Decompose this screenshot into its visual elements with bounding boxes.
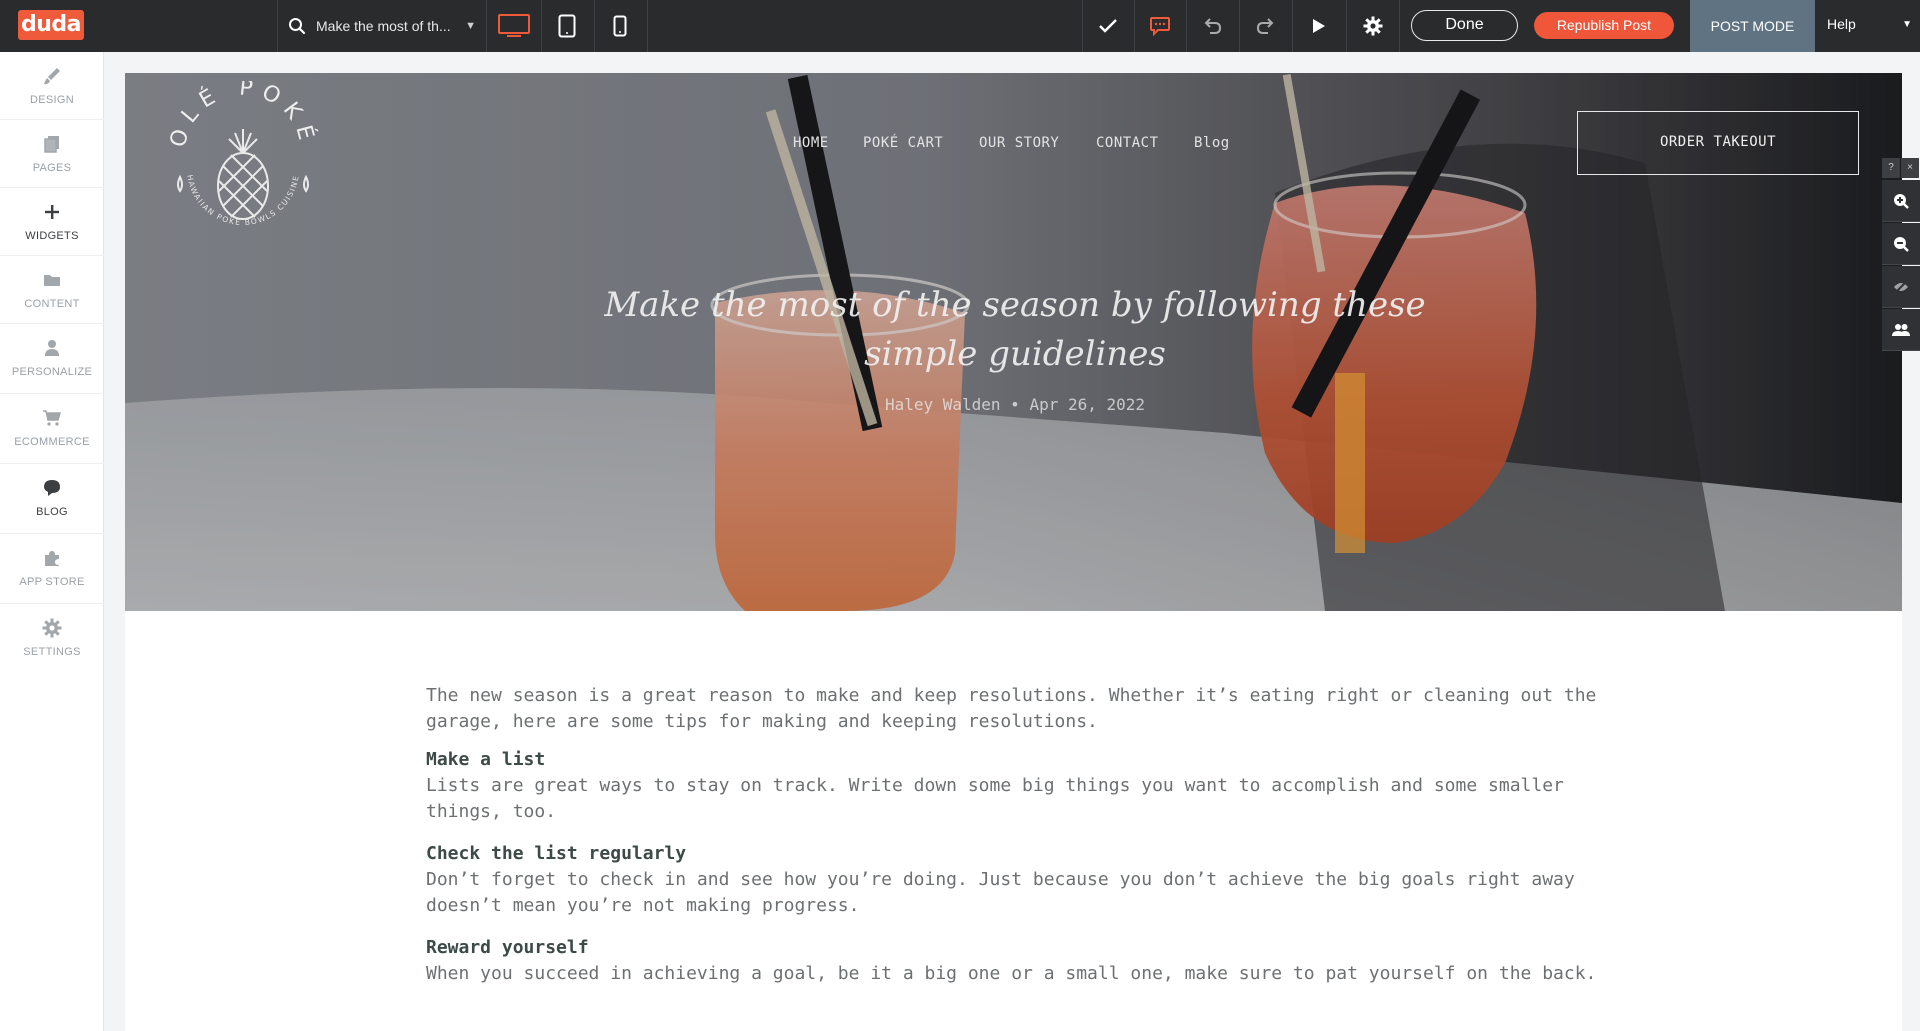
page-selector[interactable]: Make the most of th... ▼: [278, 0, 486, 52]
chevron-down-icon: ▼: [1902, 19, 1912, 30]
sidebar-item-label: ECOMMERCE: [14, 436, 90, 448]
help-mini-button[interactable]: ?: [1882, 158, 1900, 178]
visibility-button[interactable]: [1882, 266, 1920, 308]
hero-section[interactable]: OLÉ POKÉ HAWAIIAN POKE BOWLS CUISINE HOM…: [125, 73, 1902, 611]
sidebar-item-label: SETTINGS: [23, 646, 81, 658]
tablet-icon: [558, 14, 576, 38]
undo-icon: [1204, 18, 1222, 34]
sidebar-item-app-store[interactable]: APP STORE: [0, 534, 104, 604]
order-takeout-button[interactable]: ORDER TAKEOUT: [1577, 111, 1859, 175]
sidebar-item-label: BLOG: [36, 506, 68, 518]
nav-home[interactable]: HOME: [793, 135, 829, 151]
sidebar-item-ecommerce[interactable]: ECOMMERCE: [0, 394, 104, 464]
post-body[interactable]: The new season is a great reason to make…: [426, 683, 1626, 1003]
section-heading: Check the list regularly: [426, 843, 687, 864]
site-logo[interactable]: OLÉ POKÉ HAWAIIAN POKE BOWLS CUISINE: [163, 81, 323, 241]
sidebar-item-label: WIDGETS: [25, 230, 79, 242]
nav-contact[interactable]: CONTACT: [1096, 135, 1159, 151]
divider: [486, 0, 487, 52]
sidebar-item-personalize[interactable]: PERSONALIZE: [0, 324, 104, 394]
collaborators-button[interactable]: [1882, 309, 1920, 351]
undo-button[interactable]: [1186, 0, 1238, 52]
comment-icon: [1150, 17, 1170, 36]
brush-icon: [44, 68, 60, 85]
gear-icon: [42, 618, 62, 638]
chevron-down-icon: ▼: [465, 20, 476, 32]
section-heading: Reward yourself: [426, 937, 589, 958]
sidebar-item-label: APP STORE: [19, 576, 85, 588]
redo-button[interactable]: [1240, 0, 1292, 52]
redo-icon: [1256, 18, 1274, 34]
zoom-out-icon: [1894, 236, 1909, 252]
close-mini-button[interactable]: ×: [1901, 158, 1919, 178]
check-button[interactable]: [1082, 0, 1134, 52]
desktop-icon: [498, 14, 530, 37]
section-body: Don’t forget to check in and see how you…: [426, 869, 1575, 916]
preview-button[interactable]: [1293, 0, 1345, 52]
section-heading: Make a list: [426, 749, 546, 770]
divider: [1399, 0, 1400, 52]
divider: [647, 0, 648, 52]
folder-icon: [44, 275, 60, 286]
post-meta: Haley Walden • Apr 26, 2022: [884, 395, 1146, 414]
sidebar-item-label: CONTENT: [24, 298, 80, 310]
sidebar-item-blog[interactable]: BLOG: [0, 464, 104, 534]
sidebar-item-label: DESIGN: [30, 94, 74, 106]
help-menu[interactable]: Help ▼: [1827, 0, 1920, 52]
zoom-in-button[interactable]: [1882, 180, 1920, 222]
done-button[interactable]: Done: [1411, 10, 1518, 41]
desktop-view-button[interactable]: [488, 0, 540, 52]
check-icon: [1099, 19, 1117, 33]
comments-button[interactable]: [1134, 0, 1186, 52]
section-body: Lists are great ways to stay on track. W…: [426, 775, 1564, 822]
search-icon: [289, 18, 306, 35]
zoom-out-button[interactable]: [1882, 223, 1920, 265]
sidebar-item-pages[interactable]: PAGES: [0, 120, 104, 188]
section-body: When you succeed in achieving a goal, be…: [426, 963, 1597, 984]
sidebar-item-label: PERSONALIZE: [11, 366, 93, 378]
pages-icon: [44, 136, 59, 153]
mobile-view-button[interactable]: [594, 0, 646, 52]
gear-icon: [1363, 16, 1383, 36]
plus-icon: [45, 205, 59, 219]
duda-logo[interactable]: duda: [18, 10, 84, 40]
eye-slash-icon: [1894, 279, 1908, 294]
tablet-view-button[interactable]: [541, 0, 593, 52]
sidebar-item-content[interactable]: CONTENT: [0, 256, 104, 324]
page-selector-label: Make the most of th...: [316, 18, 451, 34]
cart-icon: [43, 410, 61, 426]
help-label: Help: [1827, 16, 1856, 32]
puzzle-icon: [45, 551, 59, 566]
post-mode-toggle[interactable]: POST MODE: [1690, 0, 1815, 52]
nav-blog[interactable]: Blog: [1194, 135, 1230, 151]
mobile-icon: [613, 15, 627, 37]
sidebar-item-design[interactable]: DESIGN: [0, 52, 104, 120]
top-toolbar: duda Make the most of th... ▼ Done Repub…: [0, 0, 1920, 52]
nav-poke-cart[interactable]: POKÉ CART: [863, 135, 943, 151]
person-icon: [45, 340, 59, 356]
nav-our-story[interactable]: OUR STORY: [979, 135, 1059, 151]
zoom-in-icon: [1894, 193, 1909, 209]
post-title[interactable]: Make the most of the season by following…: [585, 281, 1445, 379]
republish-post-button[interactable]: Republish Post: [1534, 12, 1674, 39]
sidebar-item-widgets[interactable]: WIDGETS: [0, 188, 104, 256]
left-sidebar: DESIGN PAGES WIDGETS CONTENT PERSONALIZE…: [0, 52, 104, 1031]
users-icon: [1892, 323, 1910, 336]
chat-bubble-icon: [44, 480, 60, 496]
pineapple-icon: [177, 129, 309, 220]
sidebar-item-label: PAGES: [32, 162, 72, 174]
sidebar-item-settings[interactable]: SETTINGS: [0, 604, 104, 674]
site-preview: OLÉ POKÉ HAWAIIAN POKE BOWLS CUISINE HOM…: [125, 73, 1902, 1031]
post-intro: The new season is a great reason to make…: [426, 685, 1597, 732]
editor-canvas: OLÉ POKÉ HAWAIIAN POKE BOWLS CUISINE HOM…: [104, 52, 1920, 1031]
settings-button[interactable]: [1347, 0, 1399, 52]
play-icon: [1313, 19, 1325, 33]
